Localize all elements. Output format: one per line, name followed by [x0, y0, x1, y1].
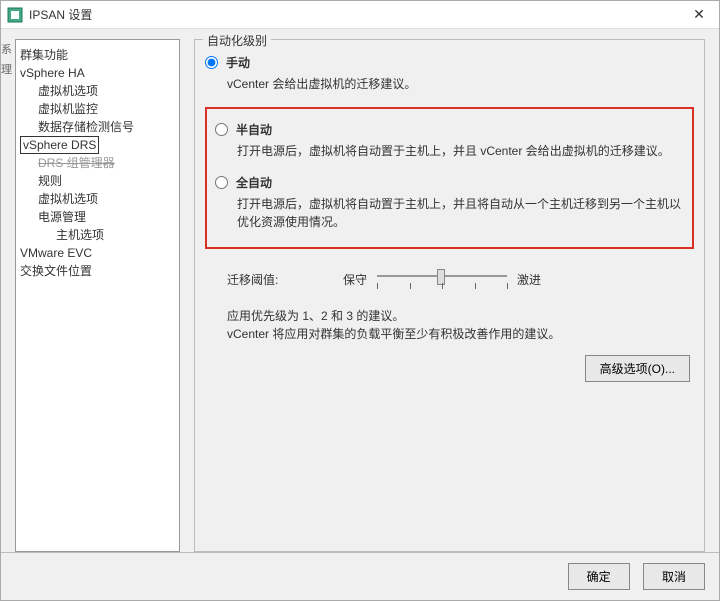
groupbox-title: 自动化级别	[203, 32, 271, 49]
radio-manual[interactable]	[205, 56, 218, 69]
advanced-row: 高级选项(O)...	[205, 343, 694, 390]
titlebar: IPSAN 设置 ✕	[1, 1, 719, 29]
threshold-label: 迁移阈值:	[227, 271, 307, 288]
sidebar-item-host-opts[interactable]: 主机选项	[20, 226, 175, 244]
recommendation-note: 应用优先级为 1、2 和 3 的建议。 vCenter 将应用对群集的负载平衡至…	[227, 307, 694, 343]
radio-auto-row: 全自动	[215, 174, 684, 191]
radio-semi-row: 半自动	[215, 121, 684, 138]
radio-semi-label: 半自动	[236, 121, 272, 138]
sidebar-item-rules[interactable]: 规则	[20, 172, 175, 190]
sidebar-item-swap[interactable]: 交换文件位置	[20, 262, 175, 280]
sidebar-item-drs[interactable]: vSphere DRS	[20, 136, 99, 154]
radio-manual-desc: vCenter 会给出虚拟机的迁移建议。	[227, 75, 694, 93]
slider-min-label: 保守	[307, 271, 367, 288]
radio-semi[interactable]	[215, 123, 228, 136]
advanced-button[interactable]: 高级选项(O)...	[585, 355, 690, 382]
sidebar-item-vm-options[interactable]: 虚拟机选项	[20, 82, 175, 100]
sidebar-item-ha[interactable]: vSphere HA	[20, 64, 175, 82]
sidebar-tree: 群集功能 vSphere HA 虚拟机选项 虚拟机监控 数据存储检测信号 vSp…	[15, 39, 180, 552]
radio-auto-label: 全自动	[236, 174, 272, 191]
sidebar-item-datastore[interactable]: 数据存储检测信号	[20, 118, 175, 136]
settings-dialog: IPSAN 设置 ✕ 系理 群集功能 vSphere HA 虚拟机选项 虚拟机监…	[0, 0, 720, 601]
sidebar-item-vm-opts2[interactable]: 虚拟机选项	[20, 190, 175, 208]
slider-max-label: 激进	[517, 271, 541, 288]
sidebar-item-cluster[interactable]: 群集功能	[20, 46, 175, 64]
sidebar-item-vm-monitor[interactable]: 虚拟机监控	[20, 100, 175, 118]
window-title: IPSAN 设置	[29, 6, 685, 23]
radio-manual-row: 手动	[205, 54, 694, 71]
content-pane: 自动化级别 手动 vCenter 会给出虚拟机的迁移建议。 半自动 打开电源后，…	[180, 39, 719, 552]
radio-semi-desc: 打开电源后，虚拟机将自动置于主机上，并且 vCenter 会给出虚拟机的迁移建议…	[237, 142, 684, 160]
automation-groupbox: 自动化级别 手动 vCenter 会给出虚拟机的迁移建议。 半自动 打开电源后，…	[194, 39, 705, 552]
threshold-row: 迁移阈值: 保守 激进	[227, 269, 694, 289]
dialog-footer: 确定 取消	[1, 552, 719, 600]
radio-manual-label: 手动	[226, 54, 250, 71]
app-icon	[7, 7, 23, 23]
sidebar-item-evc[interactable]: VMware EVC	[20, 244, 175, 262]
note-line1: 应用优先级为 1、2 和 3 的建议。	[227, 307, 694, 325]
dialog-body: 系理 群集功能 vSphere HA 虚拟机选项 虚拟机监控 数据存储检测信号 …	[1, 29, 719, 552]
close-button[interactable]: ✕	[685, 3, 713, 27]
note-line2: vCenter 将应用对群集的负载平衡至少有积极改善作用的建议。	[227, 325, 694, 343]
vertical-strip: 系理	[1, 39, 5, 552]
radio-auto-desc: 打开电源后，虚拟机将自动置于主机上，并且将自动从一个主机迁移到另一个主机以优化资…	[237, 195, 684, 231]
migration-slider[interactable]	[377, 269, 507, 289]
sidebar-item-drs-groups[interactable]: DRS 组管理器	[20, 154, 175, 172]
cancel-button[interactable]: 取消	[643, 563, 705, 590]
radio-auto[interactable]	[215, 176, 228, 189]
sidebar-item-power[interactable]: 电源管理	[20, 208, 175, 226]
highlight-box: 半自动 打开电源后，虚拟机将自动置于主机上，并且 vCenter 会给出虚拟机的…	[205, 107, 694, 249]
ok-button[interactable]: 确定	[568, 563, 630, 590]
